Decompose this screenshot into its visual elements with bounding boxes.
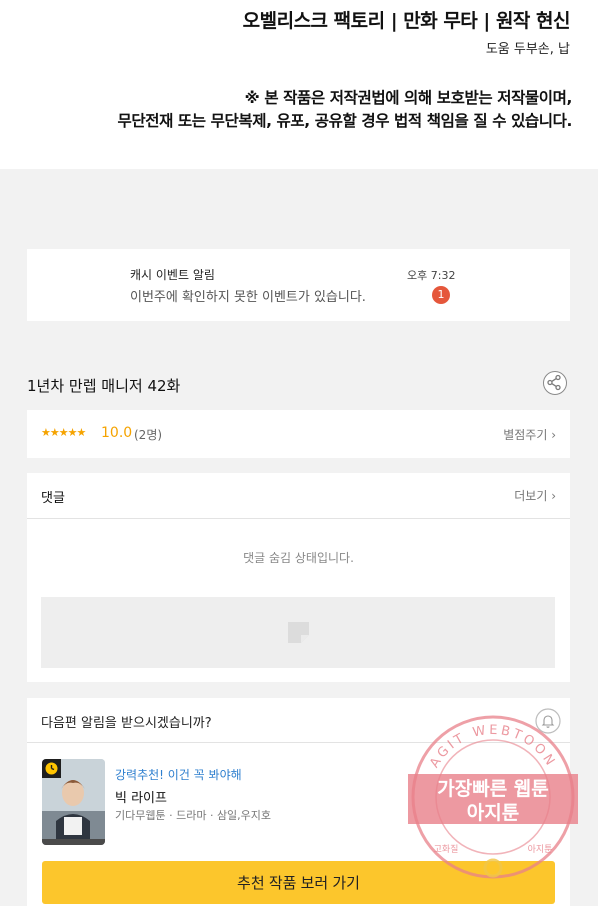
recommend-meta: 기다무웹툰 · 드라마 · 삼일,우지호 (115, 809, 272, 822)
copyright-notice-line2: 무단전재 또는 무단복제, 유포, 공유할 경우 법적 책임을 질 수 있습니다… (117, 112, 572, 130)
wait-free-badge (42, 759, 61, 778)
recommend-tag: 강력추천! 이건 꼭 봐야해 (115, 768, 242, 782)
rate-button[interactable]: 별점주기 › (503, 426, 556, 443)
rating-stars: ★★★★★ (41, 426, 86, 439)
watermark-small-left: 고화질 (434, 843, 459, 855)
credits-assist: 도움 두부손, 납 (485, 42, 570, 57)
episode-title: 1년차 만렙 매니저 42화 (27, 377, 181, 395)
notification-title: 캐시 이벤트 알림 (130, 268, 215, 282)
clock-icon (45, 762, 58, 775)
recommend-thumbnail[interactable] (42, 759, 105, 845)
watermark-line1: 가장빠른 웹툰 (437, 778, 549, 800)
comments-title: 댓글 (41, 491, 65, 506)
event-notification-card[interactable]: 캐시 이벤트 알림 이번주에 확인하지 못한 이벤트가 있습니다. 오후 7:3… (27, 249, 570, 321)
image-placeholder-icon (288, 622, 309, 643)
credits-title: 오벨리스크 팩토리 | 만화 무타 | 원작 현신 (242, 10, 571, 32)
comments-hidden-message: 댓글 숨김 상태입니다. (243, 551, 354, 565)
comments-more-link[interactable]: 더보기 › (514, 487, 556, 504)
ad-banner[interactable] (41, 597, 555, 668)
rating-card: ★★★★★ 10.0 (2명) 별점주기 › (27, 410, 570, 458)
notification-time: 오후 7:32 (407, 269, 456, 282)
share-button[interactable] (543, 371, 567, 395)
recommend-title[interactable]: 빅 라이프 (115, 787, 167, 806)
copyright-notice-line1: ※ 본 작품은 저작권법에 의해 보호받는 저작물이며, (244, 89, 573, 107)
rating-value: 10.0 (101, 425, 133, 441)
watermark-line2: 아지툰 (467, 802, 519, 824)
divider (27, 518, 570, 519)
next-episode-question: 다음편 알림을 받으시겠습니까? (41, 716, 212, 731)
share-icon (547, 374, 561, 391)
credits-section: 오벨리스크 팩토리 | 만화 무타 | 원작 현신 도움 두부손, 납 ※ 본 … (0, 0, 598, 169)
watermark-stamp: AGIT WEBTOON 가장빠른 웹툰 아지툰 고화질 아지툰 (408, 715, 578, 879)
comments-card: 댓글 더보기 › 댓글 숨김 상태입니다. (27, 473, 570, 682)
watermark-small-right: 아지툰 (528, 844, 553, 855)
notification-body: 이번주에 확인하지 못한 이벤트가 있습니다. (130, 290, 366, 305)
rating-count: (2명) (134, 428, 163, 442)
notification-badge: 1 (432, 286, 450, 304)
copyright-notice: ※ 본 작품은 저작권법에 의해 보호받는 저작물이며, 무단전재 또는 무단복… (117, 87, 572, 133)
